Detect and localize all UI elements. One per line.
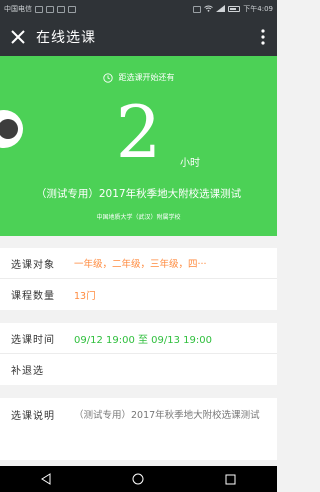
more-vertical-icon [261,29,265,45]
more-button[interactable] [249,18,277,56]
recents-nav-icon [225,474,236,484]
page-title: 在线选课 [36,30,96,46]
clock-time: 下午4:09 [243,5,273,13]
battery-icon [228,6,241,12]
notification-icon [35,5,43,13]
notification-icon [57,5,65,13]
close-button[interactable] [0,18,36,56]
makeup-label: 补退选 [11,366,44,377]
notification-icon [46,5,54,13]
back-nav-icon [41,473,51,485]
home-button[interactable] [108,466,168,492]
recents-button[interactable] [201,466,261,492]
close-icon [11,30,25,44]
time-value: 09/12 19:00 至 09/13 19:00 [74,334,212,346]
nfc-icon [193,5,202,13]
title-bar: 在线选课 [0,18,277,56]
course-count-row: 课程数量 13门 [0,279,277,310]
exam-title: （测试专用）2017年秋季地大附校选课测试 [35,188,242,200]
time-label: 选课时间 [11,334,55,346]
target-label: 选课对象 [11,259,55,271]
notification-icon [68,5,76,13]
target-row[interactable]: 选课对象 一年级，二年级，三年级，四··· [0,248,277,279]
makeup-row: 补退选 [0,354,277,385]
info-section-time: 选课时间 09/12 19:00 至 09/13 19:00 补退选 [0,323,277,385]
countdown-panel: 距选课开始还有 2 小时 （测试专用）2017年秋季地大附校选课测试 中国地质大… [0,56,277,236]
countdown-label: 距选课开始还有 [0,72,277,83]
desc-row: 选课说明 （测试专用）2017年秋季地大附校选课测试 [0,398,277,425]
school-name: 中国地质大学（武汉）附属学校 [96,214,181,221]
time-row: 选课时间 09/12 19:00 至 09/13 19:00 [0,323,277,354]
desc-value: （测试专用）2017年秋季地大附校选课测试 [74,410,260,421]
course-count-value: 13门 [74,290,96,302]
system-nav-bar [0,466,277,492]
countdown-unit: 小时 [180,158,200,169]
status-bar: 中国电信 下午4:09 [0,0,277,18]
course-count-label: 课程数量 [11,291,55,302]
countdown-label-text: 距选课开始还有 [118,73,175,82]
signal-icon [216,4,226,14]
desc-label: 选课说明 [11,411,55,422]
info-section-desc: 选课说明 （测试专用）2017年秋季地大附校选课测试 [0,398,277,460]
home-nav-icon [132,473,144,485]
target-value: 一年级，二年级，三年级，四··· [74,259,207,270]
wifi-icon [204,5,214,14]
countdown-number: 2 [115,90,162,174]
back-button[interactable] [16,466,76,492]
info-section-basic: 选课对象 一年级，二年级，三年级，四··· 课程数量 13门 [0,248,277,310]
clock-icon [102,72,113,83]
carrier-text: 中国电信 [4,5,32,13]
